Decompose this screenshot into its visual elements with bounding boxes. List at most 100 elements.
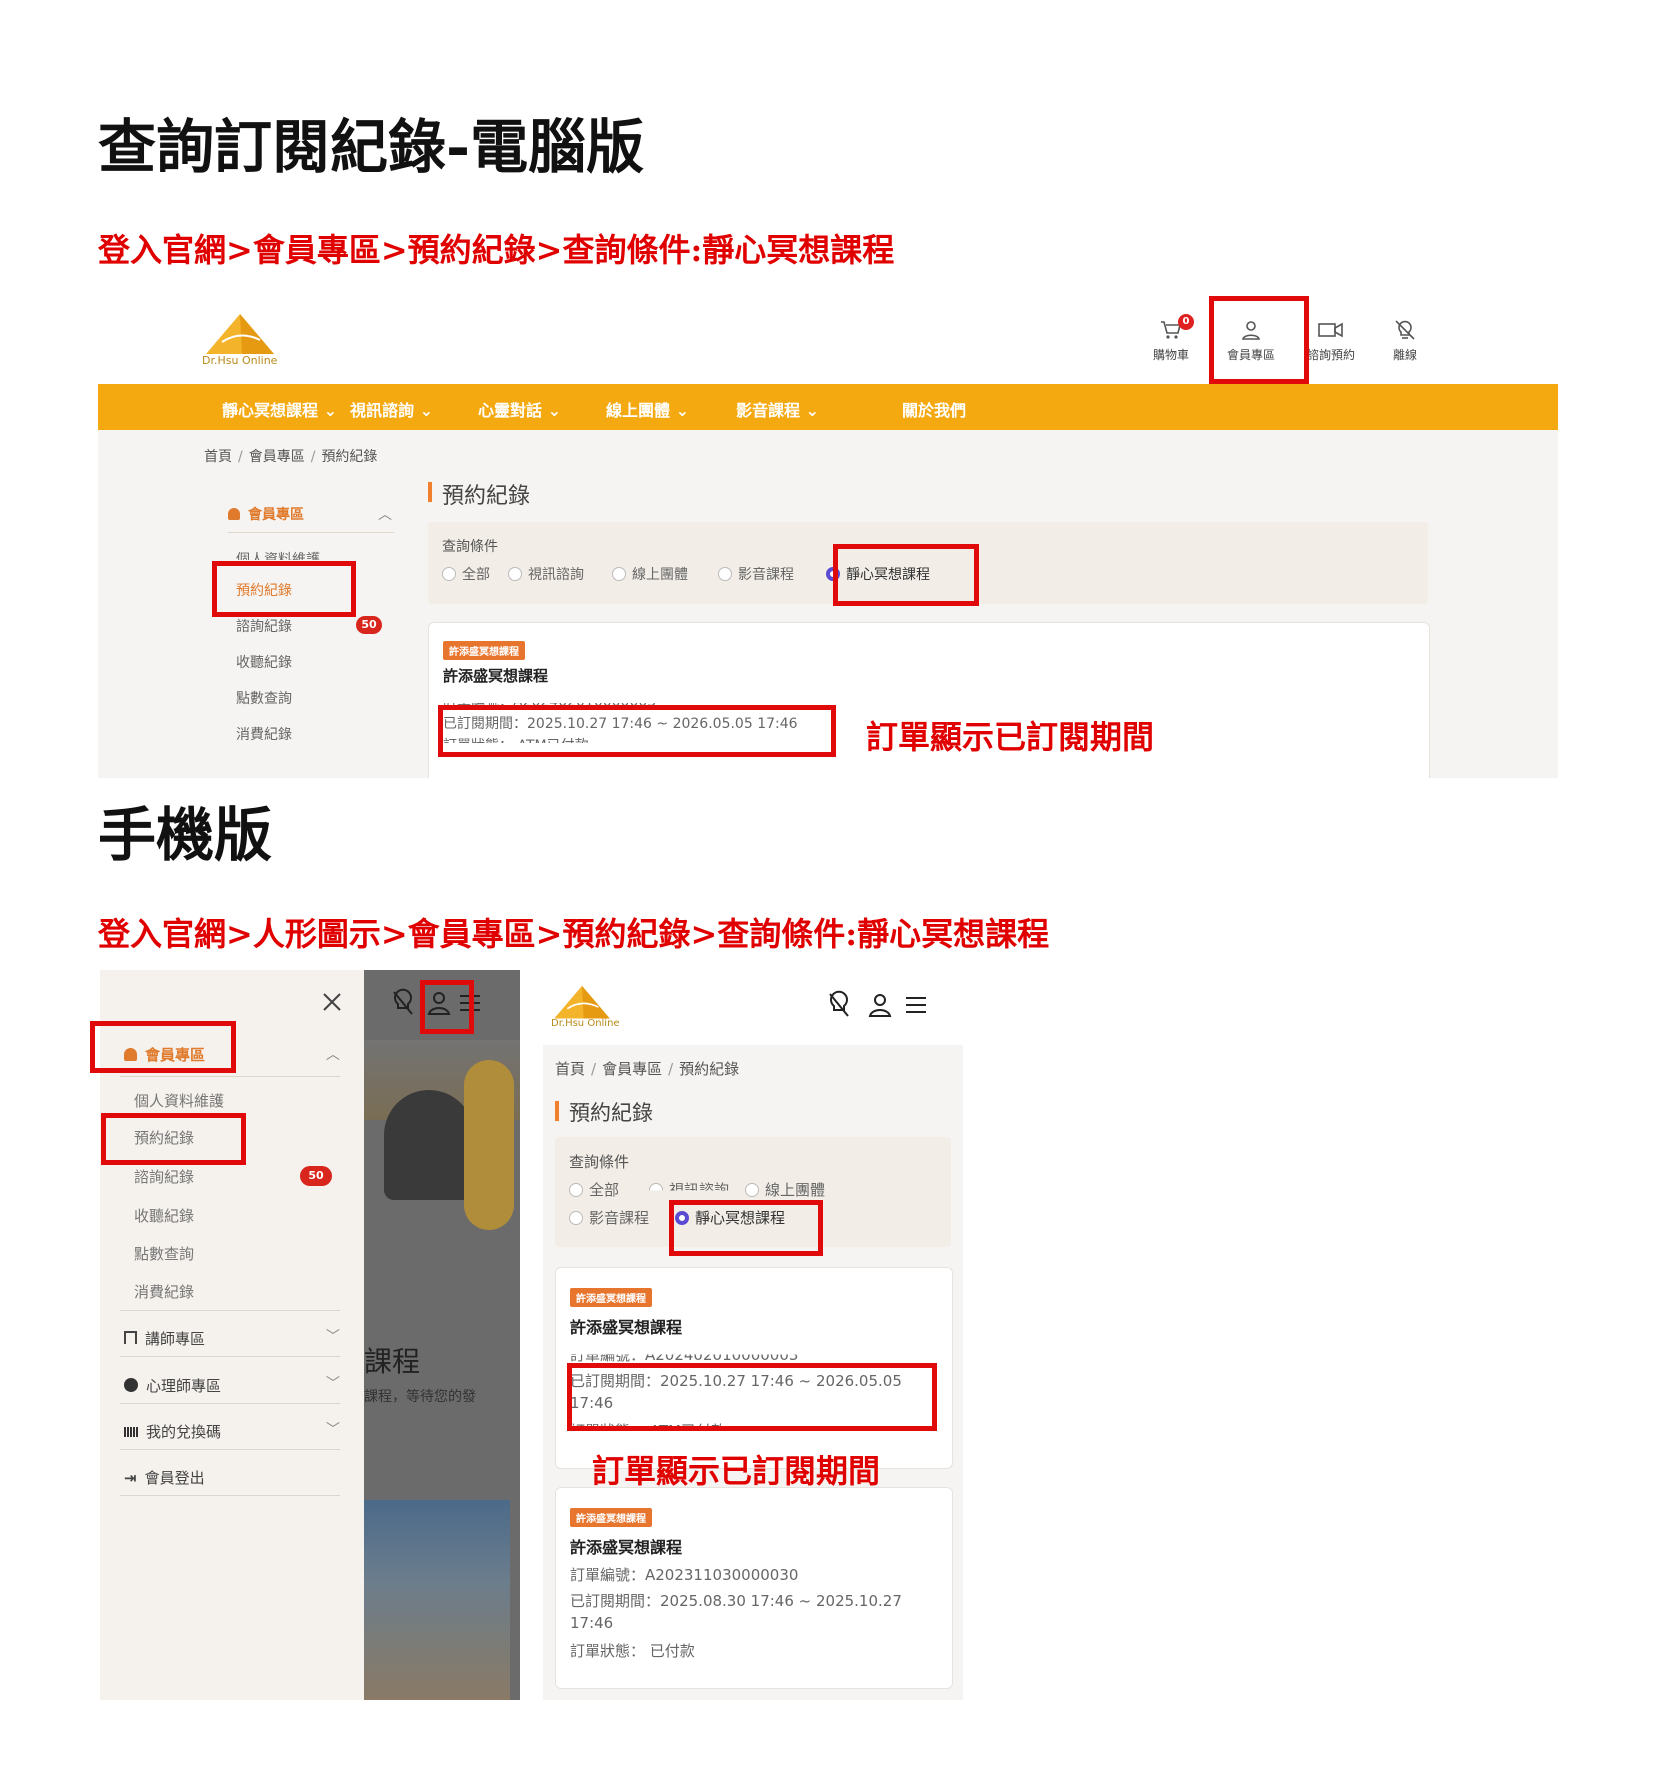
logout-icon: ⇥ bbox=[124, 1469, 137, 1487]
order-period-line1: 已訂閱期間：2025.08.30 17:46 ~ 2025.10.27 bbox=[570, 1592, 902, 1610]
drawer-section-redeem[interactable]: 我的兌換碼 bbox=[124, 1421, 221, 1442]
order-card: 許添盛冥想課程 許添盛冥想課程 訂單編號：A202311030000030 已訂… bbox=[555, 1487, 953, 1689]
site-logo[interactable]: Dr.Hsu Online bbox=[551, 984, 621, 1030]
filter-video-course-label: 影音課程 bbox=[738, 567, 794, 583]
sidebar-member-head[interactable]: 會員專區 bbox=[228, 504, 304, 524]
sidebar-item-listening[interactable]: 收聽紀錄 bbox=[236, 652, 292, 672]
drawer-item-profile[interactable]: 個人資料維護 bbox=[134, 1090, 224, 1111]
drawer-divider bbox=[120, 1076, 340, 1077]
order-number: 訂單編號：A202402010000003 bbox=[570, 1346, 799, 1365]
filter-label: 查詢條件 bbox=[442, 539, 498, 555]
drawer-section-instructor-label: 講師專區 bbox=[145, 1330, 206, 1348]
chevron-down-icon[interactable]: ﹀ bbox=[326, 1326, 340, 1346]
logo-text: Dr.Hsu Online bbox=[551, 1018, 620, 1029]
cart-label: 購物車 bbox=[1152, 348, 1189, 362]
section-title: 預約紀錄 bbox=[442, 484, 531, 509]
chevron-down-icon[interactable]: ﹀ bbox=[326, 1373, 340, 1393]
filter-video-consult-radio[interactable]: 視訊諮詢 bbox=[508, 564, 584, 584]
course-tag: 許添盛冥想課程 bbox=[570, 1288, 652, 1307]
highlight-user-icon bbox=[420, 980, 474, 1034]
filter-all-radio[interactable]: 全部 bbox=[442, 564, 490, 584]
drawer-item-points[interactable]: 點數查詢 bbox=[134, 1243, 194, 1264]
nav-about[interactable]: 關於我們 bbox=[902, 397, 966, 421]
drawer-divider bbox=[120, 1403, 340, 1404]
breadcrumb-member[interactable]: 會員專區 bbox=[249, 449, 305, 465]
filter-all-label: 全部 bbox=[462, 567, 490, 583]
filter-online-group-radio[interactable]: 線上團體 bbox=[745, 1179, 825, 1200]
section-title: 預約紀錄 bbox=[569, 1101, 653, 1125]
highlight-bookings bbox=[212, 561, 356, 617]
nav-online-group[interactable]: 線上團體 ⌄ bbox=[606, 397, 689, 421]
user-icon bbox=[868, 994, 892, 1017]
breadcrumb-member[interactable]: 會員專區 bbox=[602, 1060, 662, 1078]
order-period-line2: 17:46 bbox=[570, 1614, 614, 1632]
filter-online-group-label: 線上團體 bbox=[632, 567, 688, 583]
page-title-mobile: 手機版 bbox=[98, 801, 273, 869]
sidebar-item-points[interactable]: 點數查詢 bbox=[236, 688, 292, 708]
background-page: 課程 課程，等待您的發 bbox=[364, 970, 520, 1700]
nav-meditation[interactable]: 靜心冥想課程 ⌄ bbox=[222, 397, 337, 421]
bulb-off-icon bbox=[1395, 320, 1415, 340]
drawer-panel: 會員專區 ︿ 個人資料維護 預約紀錄 諮詢紀錄 50 收聽紀錄 點數查詢 消費紀… bbox=[100, 970, 364, 1700]
logo-pyramid-icon bbox=[554, 985, 610, 1019]
barcode-icon bbox=[124, 1427, 138, 1437]
breadcrumb-home[interactable]: 首頁 bbox=[555, 1060, 585, 1078]
filter-video-course-radio[interactable]: 影音課程 bbox=[569, 1207, 649, 1228]
drawer-item-purchases[interactable]: 消費紀錄 bbox=[134, 1281, 194, 1302]
site-logo[interactable]: Dr.Hsu Online bbox=[202, 312, 282, 368]
bulb-off-icon bbox=[393, 988, 413, 1015]
breadcrumb: 首頁 / 會員專區 / 預約紀錄 bbox=[555, 1060, 740, 1078]
logout-button[interactable]: 離線 bbox=[1370, 318, 1440, 363]
nav-spiritual-dialogue[interactable]: 心靈對話 ⌄ bbox=[478, 397, 561, 421]
bulb-off-icon bbox=[829, 990, 849, 1017]
cart-button[interactable]: 購物車 0 bbox=[1136, 314, 1206, 363]
smile-icon bbox=[124, 1378, 138, 1392]
close-icon[interactable] bbox=[322, 992, 342, 1012]
chevron-down-icon[interactable]: ﹀ bbox=[326, 1419, 340, 1439]
cart-count-badge: 0 bbox=[1178, 314, 1194, 330]
microphone-photo bbox=[464, 1060, 514, 1230]
user-icon bbox=[228, 508, 240, 520]
breadcrumb-home[interactable]: 首頁 bbox=[204, 449, 232, 465]
drawer-section-instructor[interactable]: 講師專區 bbox=[124, 1328, 205, 1349]
nav-video-course[interactable]: 影音課程 ⌄ bbox=[736, 397, 819, 421]
consult-label: 諮詢預約 bbox=[1306, 348, 1355, 362]
chevron-up-icon[interactable]: ︿ bbox=[378, 504, 392, 524]
filter-video-course-radio[interactable]: 影音課程 bbox=[718, 564, 794, 584]
beach-photo bbox=[364, 1500, 510, 1700]
drawer-divider bbox=[120, 1356, 340, 1357]
highlight-period-mobile bbox=[567, 1363, 937, 1431]
chevron-up-icon[interactable]: ︿ bbox=[326, 1044, 340, 1064]
drawer-item-listening[interactable]: 收聽紀錄 bbox=[134, 1205, 194, 1226]
highlight-meditation-filter bbox=[833, 544, 979, 606]
logo-pyramid-icon bbox=[206, 314, 274, 354]
mobile-drawer-screenshot: 課程 課程，等待您的發 會員專區 ︿ 個人資料維護 預約紀錄 諮詢紀錄 50 收… bbox=[100, 970, 520, 1700]
drawer-divider bbox=[120, 1495, 340, 1496]
page-title-desktop: 查詢訂閱紀錄-電腦版 bbox=[98, 113, 645, 181]
filter-all-radio[interactable]: 全部 bbox=[569, 1179, 619, 1200]
sidebar-divider bbox=[228, 532, 394, 533]
mobile-header-icons[interactable] bbox=[828, 990, 948, 1020]
consult-count-badge: 50 bbox=[300, 1166, 332, 1186]
order-number: 訂單編號：A202311030000030 bbox=[570, 1566, 799, 1584]
drawer-divider bbox=[120, 1310, 340, 1311]
filter-online-group-radio[interactable]: 線上團體 bbox=[612, 564, 688, 584]
drawer-item-consult-records[interactable]: 諮詢紀錄 bbox=[134, 1166, 194, 1187]
course-tag: 許添盛冥想課程 bbox=[443, 641, 525, 660]
nav-video-consult[interactable]: 視訊諮詢 ⌄ bbox=[350, 397, 433, 421]
highlight-drawer-member bbox=[90, 1021, 236, 1073]
logo-text: Dr.Hsu Online bbox=[202, 354, 278, 367]
podium-icon bbox=[124, 1331, 137, 1344]
sidebar-item-purchases[interactable]: 消費紀錄 bbox=[236, 724, 292, 744]
sidebar-head-label: 會員專區 bbox=[248, 507, 304, 523]
order-title: 許添盛冥想課程 bbox=[443, 667, 549, 685]
drawer-divider bbox=[120, 1449, 340, 1450]
breadcrumb: 首頁 / 會員專區 / 預約紀錄 bbox=[204, 449, 378, 465]
breadcrumb-current: 預約紀錄 bbox=[321, 449, 378, 465]
drawer-section-logout[interactable]: ⇥ 會員登出 bbox=[124, 1467, 205, 1488]
filter-video-consult-radio[interactable]: 視訊諮詢 bbox=[649, 1179, 729, 1191]
drawer-section-psychologist[interactable]: 心理師專區 bbox=[124, 1375, 221, 1396]
sidebar-item-consult-records[interactable]: 諮詢紀錄 bbox=[236, 616, 292, 636]
mobile-page-screenshot: Dr.Hsu Online 首頁 / 會員專區 / 預約紀錄 預約紀錄 查詢條件 全部 … bbox=[543, 970, 963, 1700]
filter-all-label: 全部 bbox=[589, 1181, 620, 1199]
